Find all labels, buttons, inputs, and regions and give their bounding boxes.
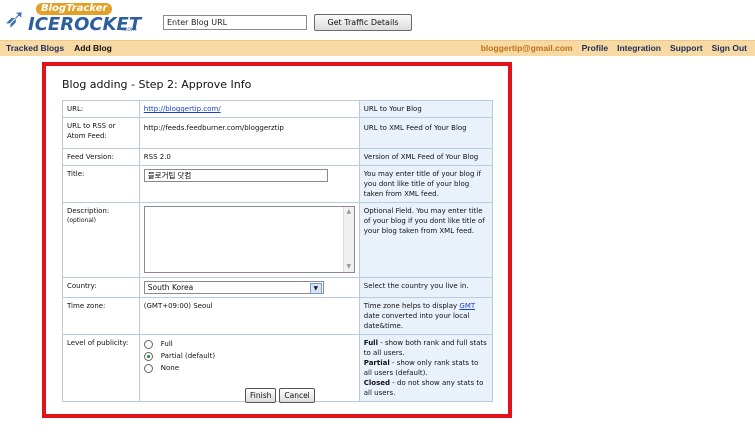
- timezone-label: Time zone:: [62, 297, 140, 335]
- description-row: Description: (optional) ▲ ▼ Optional Fie…: [62, 202, 494, 278]
- rss-label: URL to RSS or Atom Feed:: [62, 117, 140, 149]
- icerocket-logo[interactable]: ➶ BlogTracker ICEROCKET .com: [4, 2, 141, 38]
- feed-version-label: Feed Version:: [62, 148, 140, 166]
- timezone-value: (GMT+09:00) Seoul: [138, 297, 360, 335]
- get-traffic-details-button[interactable]: Get Traffic Details: [314, 14, 412, 31]
- logo-com-text: .com: [122, 26, 137, 33]
- url-label: URL:: [62, 100, 140, 118]
- blog-url-link[interactable]: http://bloggertip.com/: [144, 105, 221, 113]
- publicity-option-none[interactable]: None: [143, 362, 355, 374]
- publicity-help-full-text: - show both rank and full stats to all u…: [363, 339, 487, 357]
- nav-bar: Tracked Blogs Add Blog bloggertip@gmail.…: [0, 40, 755, 56]
- url-row: URL: http://bloggertip.com/ URL to Your …: [62, 100, 494, 118]
- url-help: URL to Your Blog: [358, 100, 494, 118]
- radio-partial[interactable]: [143, 351, 153, 361]
- timezone-help: Time zone helps to display GMT date conv…: [358, 297, 494, 335]
- nav-support[interactable]: Support: [670, 43, 703, 53]
- country-label: Country:: [62, 277, 140, 298]
- textarea-scrollbar[interactable]: ▲ ▼: [342, 207, 354, 272]
- country-help: Select the country you live in.: [358, 277, 494, 298]
- radio-none-label: None: [160, 364, 180, 372]
- rss-row: URL to RSS or Atom Feed: http://feeds.fe…: [62, 117, 494, 149]
- publicity-option-partial[interactable]: Partial (default): [143, 350, 355, 362]
- timezone-row: Time zone: (GMT+09:00) Seoul Time zone h…: [62, 297, 494, 335]
- feed-version-row: Feed Version: RSS 2.0 Version of XML Fee…: [62, 148, 494, 166]
- nav-add-blog[interactable]: Add Blog: [74, 43, 112, 53]
- feed-version-value: RSS 2.0: [138, 148, 360, 166]
- approve-info-table: URL: http://bloggertip.com/ URL to Your …: [62, 100, 494, 402]
- cancel-button[interactable]: Cancel: [279, 388, 315, 403]
- nav-sign-out[interactable]: Sign Out: [712, 43, 747, 53]
- rss-help: URL to XML Feed of Your Blog: [358, 117, 494, 149]
- timezone-help-post: date converted into your local date&time…: [363, 312, 470, 330]
- highlight-frame: Blog adding - Step 2: Approve Info URL: …: [42, 62, 512, 418]
- publicity-option-full[interactable]: Full: [143, 338, 355, 350]
- page-title: Blog adding - Step 2: Approve Info: [62, 78, 252, 91]
- description-label: Description:: [67, 207, 110, 215]
- country-row: Country: South Korea ▼ Select the countr…: [62, 277, 494, 298]
- feed-version-help: Version of XML Feed of Your Blog: [358, 148, 494, 166]
- description-textarea[interactable]: ▲ ▼: [143, 206, 355, 273]
- blog-title-input[interactable]: [143, 169, 328, 182]
- title-label: Title:: [62, 165, 140, 203]
- radio-full-label: Full: [160, 340, 173, 348]
- radio-full[interactable]: [143, 339, 153, 349]
- publicity-label: Level of publicity:: [62, 334, 140, 402]
- publicity-help-partial-term: Partial: [363, 359, 390, 367]
- radio-partial-label: Partial (default): [160, 352, 216, 360]
- nav-user-email[interactable]: bloggertip@gmail.com: [481, 43, 573, 53]
- scroll-up-icon[interactable]: ▲: [345, 208, 353, 216]
- description-help: Optional Field. You may enter title of y…: [358, 202, 494, 278]
- rss-value: http://feeds.feedburner.com/bloggerztip: [138, 117, 360, 149]
- title-help: You may enter title of your blog if you …: [358, 165, 494, 203]
- country-selected-value: South Korea: [147, 283, 194, 292]
- nav-tracked-blogs[interactable]: Tracked Blogs: [6, 43, 64, 53]
- form-buttons: Finish Cancel: [245, 388, 318, 403]
- nav-profile[interactable]: Profile: [582, 43, 608, 53]
- blog-url-input[interactable]: [163, 15, 307, 30]
- title-row: Title: You may enter title of your blog …: [62, 165, 494, 203]
- rocket-icon: ➶: [4, 4, 26, 34]
- finish-button[interactable]: Finish: [245, 388, 277, 403]
- nav-integration[interactable]: Integration: [617, 43, 661, 53]
- publicity-help: Full - show both rank and full stats to …: [358, 334, 494, 402]
- publicity-help-full-term: Full: [363, 339, 378, 347]
- description-optional-note: (optional): [67, 217, 96, 224]
- gmt-link[interactable]: GMT: [459, 302, 475, 310]
- scroll-down-icon[interactable]: ▼: [345, 263, 353, 271]
- country-select[interactable]: South Korea ▼: [143, 281, 324, 294]
- radio-none[interactable]: [143, 363, 153, 373]
- chevron-down-icon[interactable]: ▼: [309, 283, 322, 294]
- timezone-help-pre: Time zone helps to display: [363, 302, 460, 310]
- publicity-help-closed-term: Closed: [363, 379, 391, 387]
